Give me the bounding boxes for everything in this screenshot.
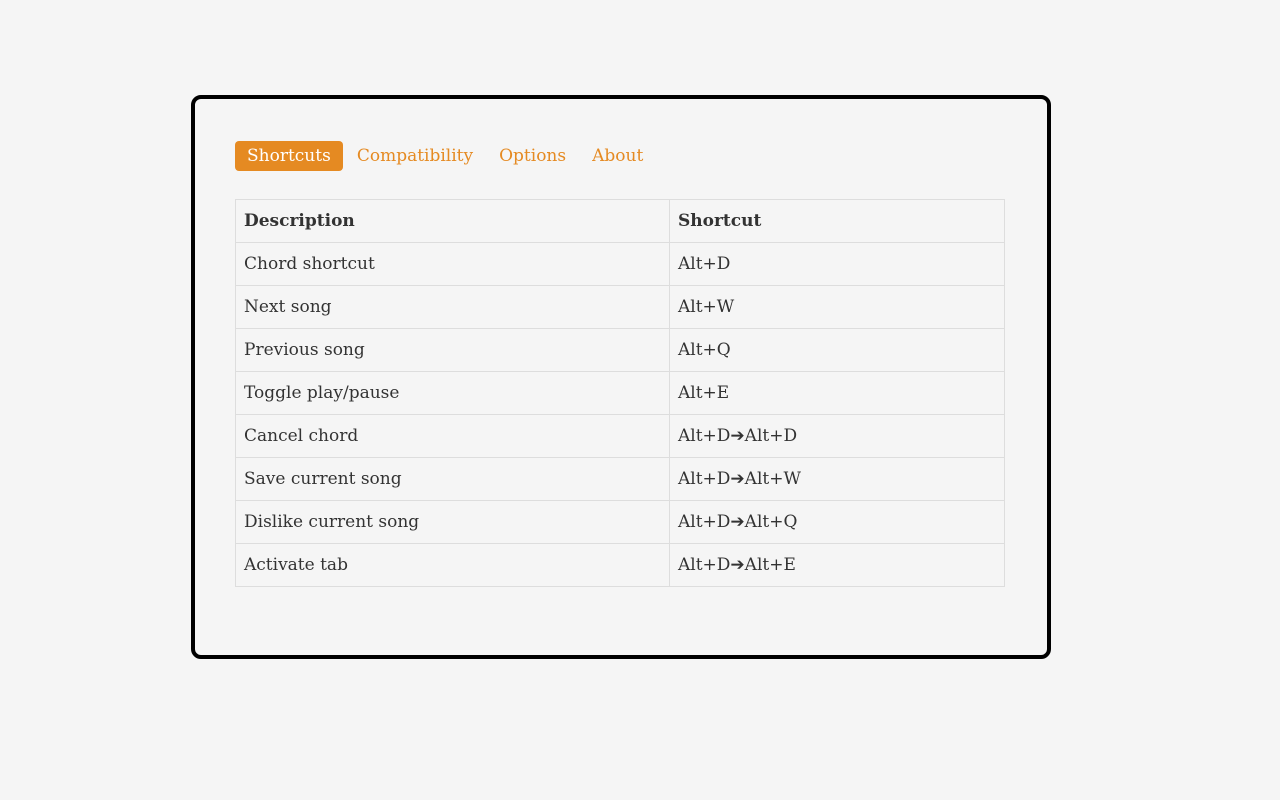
table-row: Save current song Alt+D➔Alt+W [235,457,1005,501]
table-row: Activate tab Alt+D➔Alt+E [235,543,1005,587]
shortcuts-table: Description Shortcut Chord shortcut Alt+… [235,199,1005,587]
table-row: Previous song Alt+Q [235,328,1005,372]
row-shortcut: Alt+D➔Alt+E [669,543,1005,587]
row-description: Previous song [235,328,670,372]
table-row: Toggle play/pause Alt+E [235,371,1005,415]
row-shortcut: Alt+D [669,242,1005,286]
row-description: Cancel chord [235,414,670,458]
tab-about[interactable]: About [580,141,655,171]
table-row: Cancel chord Alt+D➔Alt+D [235,414,1005,458]
row-description: Dislike current song [235,500,670,544]
settings-panel: Shortcuts Compatibility Options About De… [191,95,1051,659]
row-description: Activate tab [235,543,670,587]
tab-compatibility[interactable]: Compatibility [345,141,485,171]
row-description: Chord shortcut [235,242,670,286]
table-row: Chord shortcut Alt+D [235,242,1005,286]
row-description: Toggle play/pause [235,371,670,415]
row-shortcut: Alt+Q [669,328,1005,372]
row-shortcut: Alt+D➔Alt+D [669,414,1005,458]
table-header-row: Description Shortcut [235,199,1005,243]
row-description: Next song [235,285,670,329]
column-header-description: Description [235,199,670,243]
table-row: Dislike current song Alt+D➔Alt+Q [235,500,1005,544]
tab-shortcuts[interactable]: Shortcuts [235,141,343,171]
row-shortcut: Alt+D➔Alt+Q [669,500,1005,544]
tab-options[interactable]: Options [487,141,578,171]
row-shortcut: Alt+E [669,371,1005,415]
tab-bar: Shortcuts Compatibility Options About [235,141,657,171]
column-header-shortcut: Shortcut [669,199,1005,243]
row-description: Save current song [235,457,670,501]
row-shortcut: Alt+W [669,285,1005,329]
table-row: Next song Alt+W [235,285,1005,329]
row-shortcut: Alt+D➔Alt+W [669,457,1005,501]
